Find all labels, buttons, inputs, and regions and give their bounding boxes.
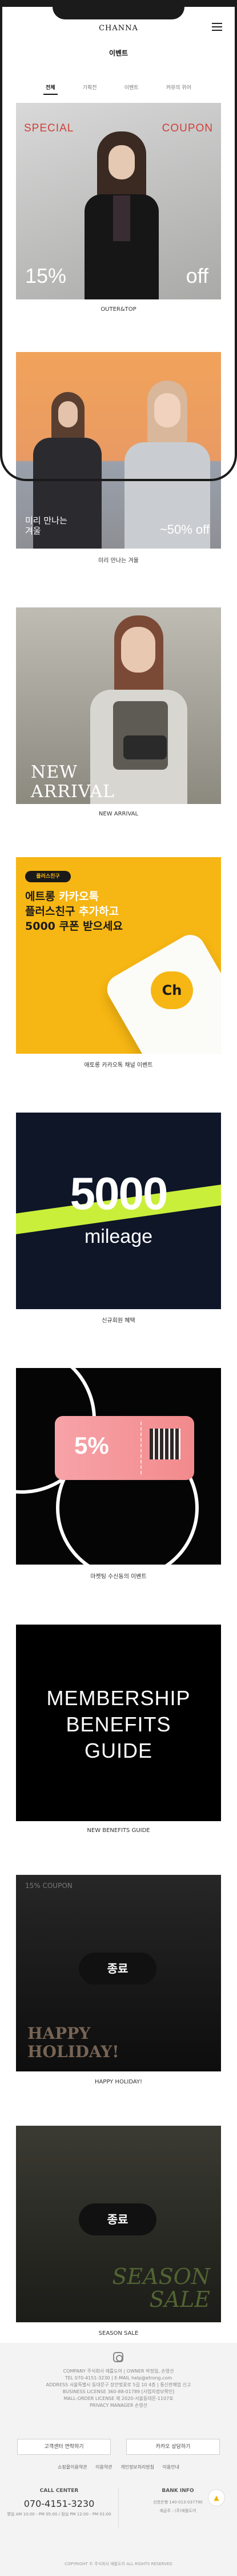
- banner-coupon-text: COUPON: [162, 122, 213, 134]
- coupon-percent: 5%: [74, 1432, 109, 1459]
- banner-line: GUIDE: [84, 1739, 152, 1762]
- model-photo: [85, 126, 159, 299]
- footer-link-mall-terms[interactable]: 쇼핑몰이용약관: [58, 2465, 87, 2470]
- footer-link-terms[interactable]: 이용약관: [95, 2465, 112, 2470]
- event-banner-happy-holiday[interactable]: 15% COUPON HAPPY HOLIDAY! 종료: [16, 1875, 221, 2071]
- event-banner-new-arrival[interactable]: NEW ARRIVAL: [16, 607, 221, 804]
- contact-support-button[interactable]: 고객센터 연락하기: [17, 2439, 111, 2455]
- banner-line: MEMBERSHIP: [46, 1686, 191, 1710]
- banner-text: 5000 쿠폰 받으세요: [25, 920, 123, 933]
- banner-line: NEW: [31, 762, 78, 782]
- tab-community[interactable]: 커뮤의 위어: [164, 80, 194, 95]
- tab-all[interactable]: 전체: [43, 80, 58, 95]
- banner-mileage-amount: 5000: [70, 1168, 168, 1219]
- info-line: COMPANY 주식회사 애틀도어 | OWNER 박정일, 손영선: [63, 2369, 174, 2374]
- hamburger-menu-icon[interactable]: [212, 23, 222, 31]
- banner-special-text: SPECIAL: [24, 122, 74, 134]
- kakao-chat-button[interactable]: 카카오 상담하기: [126, 2439, 220, 2455]
- event-ended-badge: 종료: [79, 2203, 156, 2235]
- event-banner-season-sale[interactable]: SEASON SALE 종료: [16, 2126, 221, 2322]
- info-line: PRIVACY MANAGER 손영선: [89, 2403, 148, 2408]
- banner-line: 겨울: [25, 526, 41, 536]
- site-header: CHANNA: [0, 17, 237, 40]
- call-center-number[interactable]: 070-4151-3230: [0, 2498, 118, 2509]
- info-line: ADDRESS 서울특별시 동대문구 장안벚꽃로 5길 10 4층 | 통신판매…: [46, 2382, 191, 2387]
- company-info: COMPANY 주식회사 애틀도어 | OWNER 박정일, 손영선 TEL 0…: [11, 2368, 226, 2409]
- banner-headline: MEMBERSHIP BENEFITS GUIDE: [16, 1685, 221, 1764]
- call-center-title: CALL CENTER: [39, 2488, 79, 2494]
- kakao-plus-friend-pill: 플러스친구: [25, 871, 71, 882]
- page-title: 이벤트: [109, 49, 128, 57]
- site-footer: COMPANY 주식회사 애틀도어 | OWNER 박정일, 손영선 TEL 0…: [0, 2343, 237, 2576]
- scroll-top-button[interactable]: ▲: [208, 2489, 225, 2506]
- banner-text: 에트롱: [25, 890, 59, 903]
- event-banner-marketing-consent[interactable]: 5%: [16, 1368, 221, 1565]
- info-line: BUSINESS LICENSE 360-88-01789 [사업자정보확인]: [62, 2389, 175, 2394]
- site-logo[interactable]: CHANNA: [97, 24, 140, 33]
- tab-exhibition[interactable]: 기획전: [81, 80, 99, 95]
- call-center: CALL CENTER 070-4151-3230 평일 AM 10:00 - …: [0, 2480, 118, 2537]
- event-ended-badge: 종료: [79, 1953, 156, 1985]
- banner-text-highlight: 카카오톡: [59, 890, 99, 903]
- qr-code-icon: [150, 1429, 180, 1459]
- event-caption[interactable]: 애토롱 카카오톡 채널 이벤트: [0, 1060, 237, 1069]
- event-banner-winter[interactable]: 미리 만나는 겨울 ~50% off: [16, 352, 221, 549]
- banner-discount-percent: 15%: [25, 264, 67, 287]
- copyright: COPYRIGHT © 주식회사 애틀도어 ALL RIGHTS RESERVE…: [65, 2562, 172, 2566]
- bank-holder: 예금주 : (주)애틀도어: [159, 2509, 196, 2513]
- event-caption[interactable]: 신규회원 혜택: [0, 1315, 237, 1324]
- bank-info: BANK INFO 신한은행 140-013-037790 예금주 : (주)애…: [119, 2480, 237, 2537]
- banner-line: BENEFITS: [66, 1713, 171, 1736]
- banner-off-text: off: [186, 264, 208, 287]
- banner-mileage-word: mileage: [84, 1226, 153, 1247]
- event-banner-membership[interactable]: MEMBERSHIP BENEFITS GUIDE: [16, 1625, 221, 1821]
- instagram-icon[interactable]: [113, 2352, 123, 2362]
- footer-link-privacy[interactable]: 개인정보처리방침: [120, 2465, 154, 2470]
- coupon-perforation: [140, 1422, 142, 1474]
- event-caption[interactable]: NEW BENEFITS GUIDE: [0, 1827, 237, 1834]
- info-line: TEL 070-4151-3230 | E-MAIL help@etrong.c…: [65, 2375, 172, 2381]
- footer-link-guide[interactable]: 이용안내: [163, 2465, 179, 2470]
- event-caption[interactable]: HAPPY HOLIDAY!: [0, 2079, 237, 2085]
- event-banner-outer-top[interactable]: SPECIAL COUPON 15% off: [16, 103, 221, 299]
- banner-headline: NEW ARRIVAL: [31, 763, 115, 802]
- coupon-ticket: 5%: [55, 1416, 194, 1480]
- banner-headline: 미리 만나는 겨울: [25, 515, 67, 536]
- banner-line: 미리 만나는: [25, 515, 67, 526]
- event-tabs: 전체 기획전 이벤트 커뮤의 위어: [43, 80, 194, 97]
- page-root: CHANNA 이벤트 전체 기획전 이벤트 커뮤의 위어 SPECIAL COU…: [0, 0, 237, 2576]
- phone-notch: [53, 0, 184, 19]
- event-banner-kakao[interactable]: 플러스친구 에트롱 카카오톡 플러스친구 추가하고 5000 쿠폰 받으세요 C…: [16, 857, 221, 1054]
- event-banner-new-member[interactable]: 5000 mileage: [16, 1113, 221, 1309]
- info-line: MALL-ORDER LICENSE 제 2020-서울동대문-1107호: [63, 2396, 174, 2401]
- tab-event[interactable]: 이벤트: [122, 80, 141, 95]
- event-caption[interactable]: 미리 만나는 겨울: [0, 555, 237, 564]
- banner-headline: 에트롱 카카오톡 플러스친구 추가하고 5000 쿠폰 받으세요: [25, 889, 174, 934]
- banner-text: 플러스친구: [25, 905, 79, 918]
- event-caption[interactable]: SEASON SALE: [0, 2330, 237, 2337]
- footer-links: 쇼핑몰이용약관 이용약관 개인정보처리방침 이용안내: [0, 2464, 237, 2470]
- kakao-channel-icon: Ch: [151, 971, 193, 1009]
- call-center-hours: 평일 AM 10:00 - PM 05:00 / 점심 PM 12:00 - P…: [7, 2512, 111, 2517]
- event-caption[interactable]: 마켓팅 수신동의 이벤트: [0, 1571, 237, 1580]
- banner-discount-text: ~50% off: [159, 522, 210, 537]
- banner-line: ARRIVAL: [31, 782, 115, 802]
- banner-text-highlight: 추가하고: [79, 905, 119, 918]
- event-caption[interactable]: NEW ARRIVAL: [0, 811, 237, 817]
- event-caption[interactable]: OUTER&TOP: [0, 306, 237, 313]
